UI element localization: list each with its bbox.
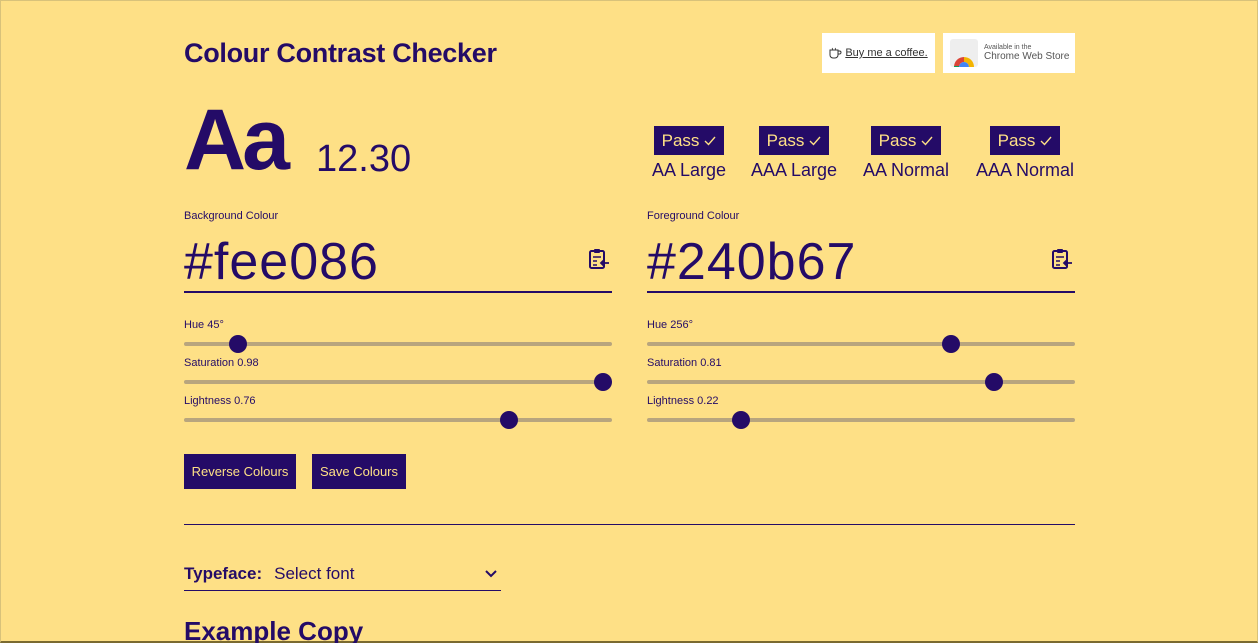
typeface-label: Typeface: <box>184 564 263 583</box>
save-colours-button[interactable]: Save Colours <box>312 454 406 489</box>
clipboard-paste-icon[interactable] <box>1051 247 1073 271</box>
foreground-lightness-label: Lightness 0.22 <box>647 395 719 407</box>
badge-aa-large: Pass AA Large <box>652 126 726 181</box>
badge-aaa-normal: Pass AAA Normal <box>976 126 1074 181</box>
foreground-saturation-slider[interactable] <box>647 373 1075 391</box>
check-icon <box>1040 136 1052 146</box>
slider-thumb[interactable] <box>228 335 247 353</box>
check-icon <box>704 136 716 146</box>
foreground-hue-label: Hue 256° <box>647 319 693 331</box>
foreground-saturation-label: Saturation 0.81 <box>647 357 722 369</box>
chevron-down-icon <box>485 570 497 578</box>
foreground-hex-value: #240b67 <box>647 232 857 291</box>
buy-coffee-link[interactable]: Buy me a coffee. <box>822 33 935 73</box>
webstore-big-label: Chrome Web Store <box>984 51 1070 63</box>
background-saturation-slider[interactable] <box>184 373 613 391</box>
background-lightness-slider[interactable] <box>184 411 612 429</box>
badge-label: AAA Large <box>751 160 838 180</box>
webstore-small-label: Available in the <box>984 43 1032 51</box>
sample-text-preview: Aa <box>184 92 290 188</box>
badge-aaa-large: Pass AAA Large <box>751 126 837 181</box>
badge-label: AA Normal <box>863 160 950 180</box>
typeface-select[interactable]: Typeface: Select font <box>184 558 501 591</box>
background-saturation-label: Saturation 0.98 <box>184 357 259 369</box>
coffee-cup-icon <box>829 47 842 59</box>
reverse-colours-button[interactable]: Reverse Colours <box>184 454 296 489</box>
page-title: Colour Contrast Checker <box>184 38 497 68</box>
badge-status-text: Pass <box>766 130 805 150</box>
background-hue-label: Hue 45° <box>184 319 224 331</box>
example-copy-heading: Example Copy <box>184 616 364 643</box>
section-divider <box>184 524 1075 525</box>
background-hex-input[interactable]: #fee086 <box>184 226 612 293</box>
badge-status-text: Pass <box>878 130 917 150</box>
typeface-value: Select font <box>274 564 355 583</box>
check-icon <box>809 136 821 146</box>
contrast-ratio: 12.30 <box>316 138 412 180</box>
foreground-hex-input[interactable]: #240b67 <box>647 226 1075 293</box>
clipboard-paste-icon[interactable] <box>588 247 610 271</box>
chrome-logo-icon <box>950 39 978 67</box>
badge-status-text: Pass <box>661 130 700 150</box>
badge-label: AAA Normal <box>976 160 1075 180</box>
status-badge: Pass <box>870 126 942 155</box>
foreground-hue-slider[interactable] <box>647 335 1075 353</box>
badge-aa-normal: Pass AA Normal <box>863 126 949 181</box>
foreground-colour-label: Foreground Colour <box>647 210 740 222</box>
status-badge: Pass <box>989 126 1061 155</box>
background-hex-value: #fee086 <box>184 232 379 291</box>
background-hue-slider[interactable] <box>184 335 612 353</box>
status-badge: Pass <box>653 126 725 155</box>
background-colour-label: Background Colour <box>184 210 279 222</box>
badge-label: AA Large <box>652 160 727 180</box>
background-lightness-label: Lightness 0.76 <box>184 395 256 407</box>
foreground-lightness-slider[interactable] <box>647 411 1075 429</box>
badge-status-text: Pass <box>997 130 1036 150</box>
chrome-web-store-link[interactable]: Available in the Chrome Web Store <box>943 33 1075 73</box>
status-badge: Pass <box>758 126 830 155</box>
check-icon <box>921 136 933 146</box>
slider-thumb[interactable] <box>984 373 1003 391</box>
buy-coffee-label: Buy me a coffee. <box>845 47 928 59</box>
